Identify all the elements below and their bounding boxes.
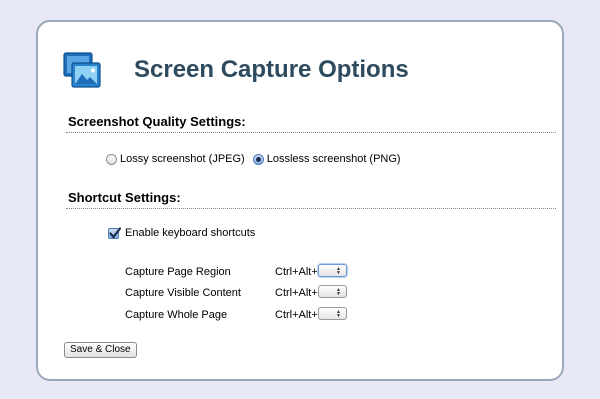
quality-section-heading: Screenshot Quality Settings: — [68, 114, 246, 129]
page-region-key-select[interactable]: ▲ ▼ — [318, 264, 347, 277]
enable-shortcuts-checkbox[interactable] — [108, 226, 122, 239]
lossy-radio-label[interactable]: Lossy screenshot (JPEG) — [120, 153, 245, 165]
select-arrows-icon: ▲ ▼ — [336, 287, 341, 297]
enable-shortcuts-label[interactable]: Enable keyboard shortcuts — [125, 227, 255, 239]
checkmark-icon — [109, 226, 122, 238]
quality-divider — [66, 132, 556, 133]
shortcut-modifier-text: Ctrl+Alt+ — [275, 309, 318, 321]
lossless-radio[interactable] — [252, 153, 264, 165]
enable-shortcuts-row: Enable keyboard shortcuts — [108, 226, 255, 239]
shortcut-label: Capture Visible Content — [125, 287, 241, 299]
shortcut-label: Capture Whole Page — [125, 309, 228, 321]
page-title: Screen Capture Options — [134, 56, 409, 83]
shortcut-divider — [66, 208, 556, 209]
save-close-button[interactable]: Save & Close — [64, 342, 137, 358]
screen-capture-app-icon — [63, 52, 101, 88]
shortcut-section-heading: Shortcut Settings: — [68, 190, 181, 205]
lossless-radio-label[interactable]: Lossless screenshot (PNG) — [267, 153, 401, 165]
radio-selected-dot — [255, 156, 261, 162]
whole-page-key-select[interactable]: ▲ ▼ — [318, 307, 347, 320]
select-arrows-icon: ▲ ▼ — [336, 266, 341, 276]
shortcut-modifier-text: Ctrl+Alt+ — [275, 287, 318, 299]
shortcut-modifier-text: Ctrl+Alt+ — [275, 266, 318, 278]
options-panel: Screen Capture Options Screenshot Qualit… — [36, 20, 564, 381]
lossy-radio[interactable] — [106, 153, 117, 165]
visible-content-key-select[interactable]: ▲ ▼ — [318, 285, 347, 298]
select-arrows-icon: ▲ ▼ — [336, 309, 341, 319]
quality-radio-group: Lossy screenshot (JPEG) Lossless screens… — [106, 153, 409, 165]
shortcut-label: Capture Page Region — [125, 266, 231, 278]
